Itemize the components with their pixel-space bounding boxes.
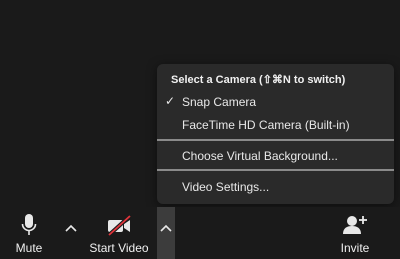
- camera-select-menu: Select a Camera (⇧⌘N to switch) ✓ Snap C…: [157, 64, 394, 204]
- menu-item-label: Snap Camera: [182, 95, 257, 109]
- meeting-toolbar: Mute Start Video Invite: [0, 207, 400, 259]
- mute-label: Mute: [15, 241, 43, 255]
- start-video-label: Start Video: [89, 241, 149, 255]
- video-options-caret[interactable]: [157, 207, 175, 259]
- checkmark-icon: ✓: [165, 94, 176, 108]
- video-camera-off-icon: [105, 213, 133, 242]
- menu-item-label: FaceTime HD Camera (Built-in): [182, 118, 350, 132]
- mute-button[interactable]: Mute: [8, 207, 50, 259]
- add-person-icon: [342, 213, 368, 242]
- menu-item-facetime-camera[interactable]: FaceTime HD Camera (Built-in): [157, 115, 394, 135]
- menu-divider: [157, 139, 394, 141]
- invite-button[interactable]: Invite: [334, 207, 376, 259]
- menu-item-virtual-background[interactable]: Choose Virtual Background...: [157, 146, 394, 166]
- menu-header: Select a Camera (⇧⌘N to switch): [171, 74, 346, 86]
- start-video-button[interactable]: Start Video: [84, 207, 154, 259]
- audio-options-caret[interactable]: [62, 207, 80, 259]
- menu-divider: [157, 169, 394, 171]
- invite-label: Invite: [340, 241, 370, 255]
- menu-item-label: Choose Virtual Background...: [182, 149, 338, 163]
- menu-item-video-settings[interactable]: Video Settings...: [157, 177, 394, 197]
- chevron-up-icon: [160, 224, 172, 232]
- microphone-icon: [21, 213, 37, 242]
- menu-item-snap-camera[interactable]: ✓ Snap Camera: [157, 92, 394, 112]
- menu-item-label: Video Settings...: [182, 180, 270, 194]
- meeting-window: Select a Camera (⇧⌘N to switch) ✓ Snap C…: [0, 0, 400, 259]
- chevron-up-icon: [65, 224, 77, 232]
